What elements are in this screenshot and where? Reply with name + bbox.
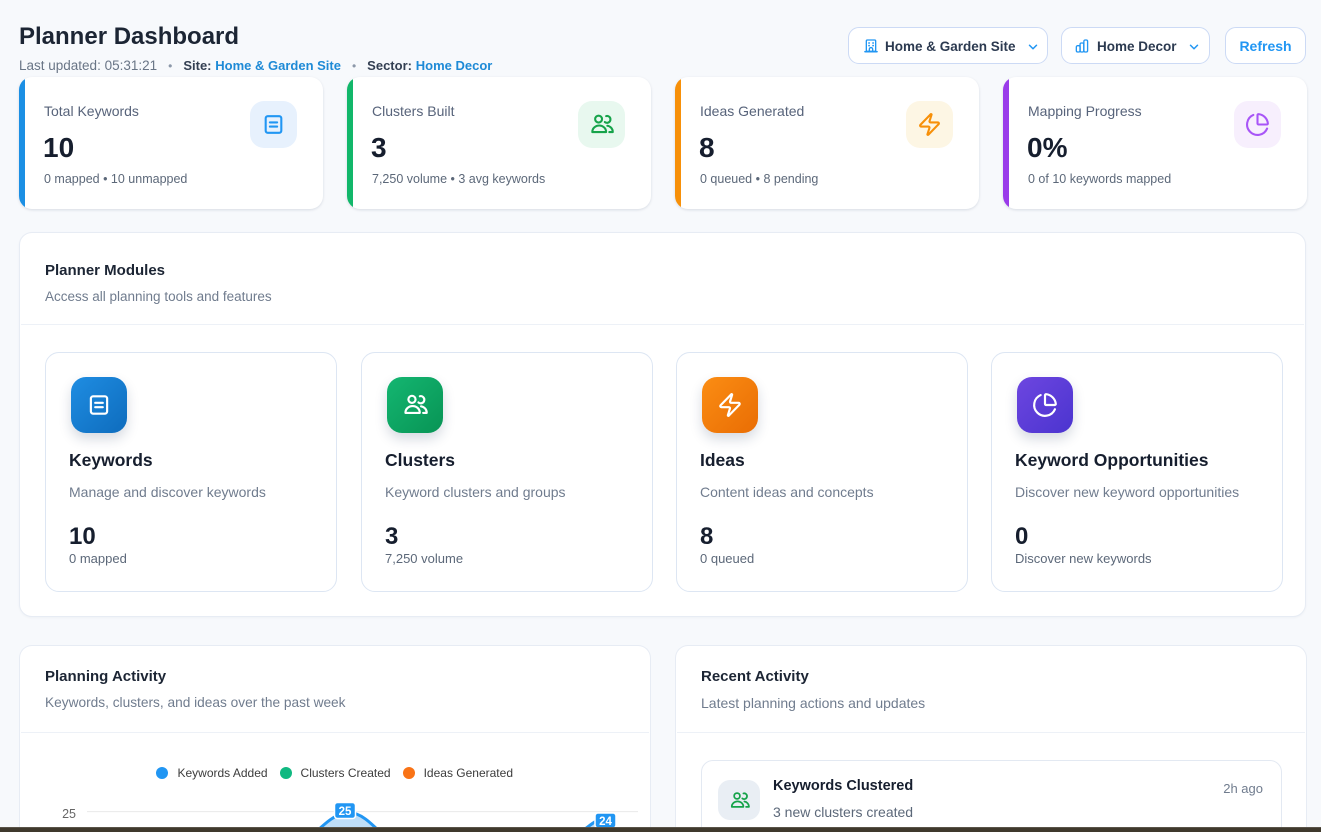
svg-text:25: 25 [62, 807, 76, 821]
svg-text:25: 25 [339, 806, 352, 818]
